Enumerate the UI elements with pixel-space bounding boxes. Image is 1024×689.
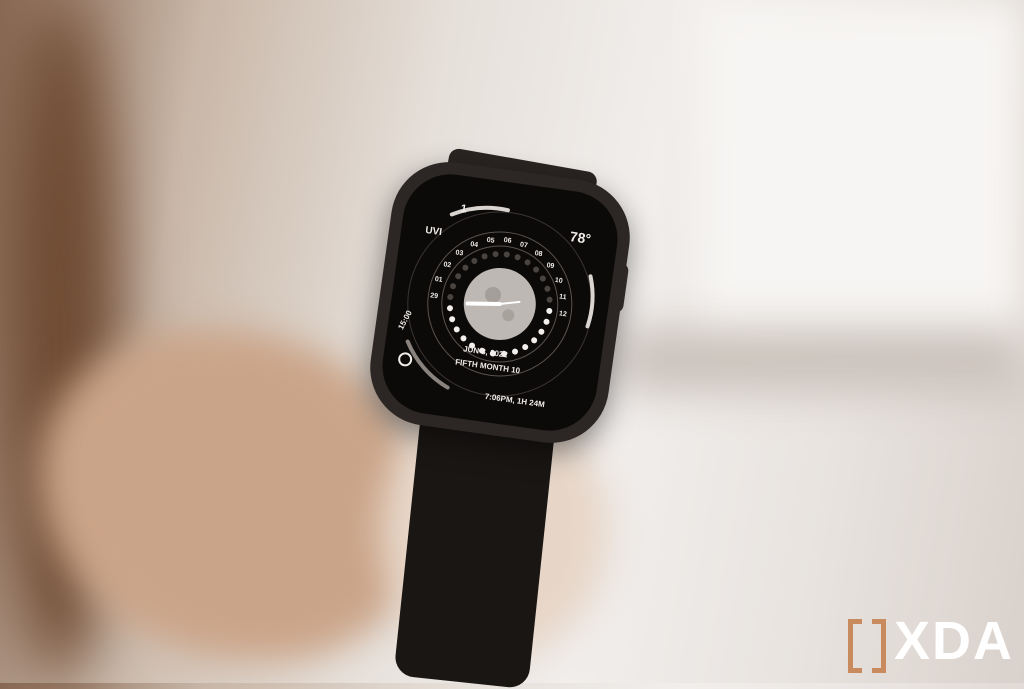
day-number: 02	[443, 261, 452, 269]
moon-phase-dot	[450, 283, 457, 290]
temperature-gauge	[585, 274, 595, 329]
moon-phase-dot	[460, 335, 467, 342]
watch-screen: 29 01 02 03 04 05 06 07 08 09 10 11 12 UVI 1 78° JUN…	[376, 168, 624, 437]
uv-label: UVI	[425, 225, 443, 238]
xda-brand-text: XDA	[893, 611, 1014, 671]
day-number: 29	[430, 292, 439, 300]
bright-window	[700, 0, 1024, 360]
smartwatch: 29 01 02 03 04 05 06 07 08 09 10 11 12 UVI 1 78° JUN…	[362, 154, 638, 451]
moon-phase-dot	[503, 251, 510, 258]
day-number: 09	[546, 262, 555, 270]
xda-watermark: XDA	[847, 611, 1014, 673]
day-number: 07	[520, 241, 529, 249]
day-number: 11	[559, 293, 567, 301]
day-number: 04	[470, 241, 479, 249]
window-sill	[620, 330, 1024, 390]
timer-icon	[398, 352, 413, 367]
day-number: 01	[434, 276, 443, 284]
moon-phase-dot	[543, 318, 550, 325]
moon-phase-dot	[462, 264, 469, 271]
moon-phase-dot	[533, 266, 540, 273]
temperature-value: 78°	[569, 228, 592, 247]
xda-bracket-logo	[847, 619, 886, 673]
uv-value: 1	[460, 203, 468, 216]
day-number: 05	[486, 237, 495, 245]
date-label: JUN 8, 2022	[463, 344, 509, 359]
moon-phase-dot	[492, 251, 499, 258]
day-number: 06	[503, 237, 512, 245]
moon-phase-dot	[546, 296, 553, 303]
day-number: 12	[559, 310, 568, 318]
hand-fingers	[40, 330, 420, 660]
moon-phase-dot	[531, 337, 538, 344]
moon-phase-dot	[546, 307, 553, 314]
moon-phase-dot	[453, 326, 460, 333]
day-number: 03	[455, 249, 464, 257]
watch-face: 29 010203 04 05 06 07 0809 10 11 12 UVI 1 78° JUN…	[396, 203, 595, 409]
moon-phase-dot	[538, 328, 545, 335]
moon-phase-dot	[455, 273, 462, 280]
day-number: 08	[534, 250, 543, 258]
moon-phase-dot	[522, 344, 529, 351]
moon-phase-dot	[449, 316, 456, 323]
lunar-month-label: FIFTH MONTH 10	[455, 357, 521, 375]
moon-phase-dot	[447, 294, 454, 301]
moon-phase-dot	[481, 253, 488, 260]
moon-phase-dot	[514, 254, 521, 261]
moon-phase-dot	[539, 275, 546, 282]
moon-phase-dot	[471, 257, 478, 264]
moon-phase-dot	[512, 348, 519, 355]
day-number: 10	[554, 277, 563, 285]
moon-phase-dot	[524, 259, 531, 266]
moon-phase-dot	[544, 285, 551, 292]
moon-phase-dot	[446, 305, 453, 312]
